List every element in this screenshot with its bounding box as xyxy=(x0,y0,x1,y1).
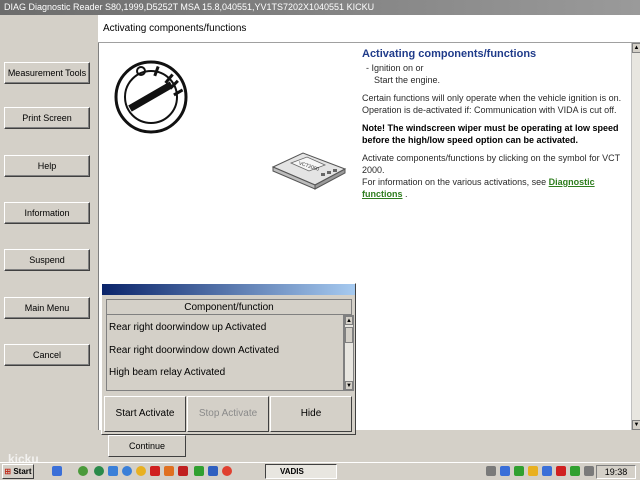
start-button[interactable]: ⊞ Start xyxy=(2,464,34,479)
taskbar-task-vadis[interactable]: VADIS xyxy=(265,464,337,479)
info-text-panel: Activating components/functions - Igniti… xyxy=(362,48,627,206)
watermark-text: kicku xyxy=(8,452,39,466)
list-item[interactable]: Rear right doorwindow down Activated xyxy=(109,345,279,356)
cancel-button[interactable]: Cancel xyxy=(4,344,90,366)
measurement-tools-button[interactable]: Measurement Tools xyxy=(4,62,90,84)
content-scrollbar[interactable]: ▲ ▼ xyxy=(631,43,640,430)
taskbar: ⊞ Start VADIS 19:38 xyxy=(0,462,640,480)
tray-icon-5[interactable] xyxy=(542,466,552,476)
list-item[interactable]: High beam relay Activated xyxy=(109,367,225,378)
taskbar-clock: 19:38 xyxy=(596,465,636,479)
continue-button[interactable]: Continue xyxy=(108,435,186,457)
quicklaunch-icon-5[interactable] xyxy=(122,466,132,476)
quicklaunch-icon-3[interactable] xyxy=(94,466,104,476)
quicklaunch-icon-12[interactable] xyxy=(222,466,232,476)
tray-icon-2[interactable] xyxy=(500,466,510,476)
list-scroll-thumb[interactable] xyxy=(345,327,353,343)
component-list: Rear right doorwindow up Activated Rear … xyxy=(106,315,344,391)
info-para-3: Activate components/functions by clickin… xyxy=(362,153,620,175)
vida-app-window: DIAG Diagnostic Reader S80,1999,D5252T M… xyxy=(0,0,640,480)
list-item[interactable]: Rear right doorwindow up Activated xyxy=(109,322,266,333)
tray-icon-7[interactable] xyxy=(570,466,580,476)
info-bullet-2: Start the engine. xyxy=(374,75,441,85)
info-para-4-prefix: For information on the various activatio… xyxy=(362,177,547,187)
info-para-2: Operation is de-activated if: Communicat… xyxy=(362,105,617,115)
list-scrollbar[interactable]: ▲ ▼ xyxy=(344,315,354,391)
start-activate-button[interactable]: Start Activate xyxy=(104,396,186,432)
hide-button[interactable]: Hide xyxy=(270,396,352,432)
information-button[interactable]: Information xyxy=(4,202,90,224)
help-button[interactable]: Help xyxy=(4,155,90,177)
info-heading: Activating components/functions xyxy=(362,48,537,60)
quicklaunch-icon-2[interactable] xyxy=(78,466,88,476)
info-para-1: Certain functions will only operate when… xyxy=(362,93,622,103)
dialog-title-bar[interactable] xyxy=(102,284,355,295)
quicklaunch-icon-9[interactable] xyxy=(178,466,188,476)
tray-icon-4[interactable] xyxy=(528,466,538,476)
windows-logo-icon: ⊞ xyxy=(4,467,12,476)
info-note: Note! The windscreen wiper must be opera… xyxy=(362,123,619,145)
scroll-down-arrow-icon[interactable]: ▼ xyxy=(632,420,640,430)
start-button-label: Start xyxy=(13,467,32,476)
tray-icon-6[interactable] xyxy=(556,466,566,476)
quicklaunch-icon-8[interactable] xyxy=(164,466,174,476)
info-bullet-1: - Ignition on or xyxy=(366,63,424,73)
print-screen-button[interactable]: Print Screen xyxy=(4,107,90,129)
quicklaunch-icon-11[interactable] xyxy=(208,466,218,476)
quicklaunch-icon-4[interactable] xyxy=(108,466,118,476)
sidebar: Measurement Tools Print Screen Help Info… xyxy=(0,15,98,462)
info-para-4-suffix: . xyxy=(405,189,408,199)
quicklaunch-icon-1[interactable] xyxy=(52,466,62,476)
ignition-key-icon xyxy=(114,60,188,134)
tray-icon-8[interactable] xyxy=(584,466,594,476)
list-scroll-up-icon[interactable]: ▲ xyxy=(345,316,353,325)
page-title: Activating components/functions xyxy=(103,23,247,34)
vct2000-device-icon[interactable]: VCT2000 xyxy=(269,151,349,191)
scroll-up-arrow-icon[interactable]: ▲ xyxy=(632,43,640,53)
window-title: DIAG Diagnostic Reader S80,1999,D5252T M… xyxy=(0,0,640,15)
list-scroll-down-icon[interactable]: ▼ xyxy=(345,381,353,390)
tray-icon-1[interactable] xyxy=(486,466,496,476)
quicklaunch-icon-6[interactable] xyxy=(136,466,146,476)
stop-activate-button[interactable]: Stop Activate xyxy=(187,396,269,432)
component-function-dialog: Component/function Rear right doorwindow… xyxy=(101,283,356,435)
suspend-button[interactable]: Suspend xyxy=(4,249,90,271)
quicklaunch-icon-10[interactable] xyxy=(194,466,204,476)
main-menu-button[interactable]: Main Menu xyxy=(4,297,90,319)
quicklaunch-icon-7[interactable] xyxy=(150,466,160,476)
tray-icon-3[interactable] xyxy=(514,466,524,476)
header-panel: Activating components/functions xyxy=(98,15,640,43)
info-para-4: For information on the various activatio… xyxy=(362,176,627,200)
list-column-header: Component/function xyxy=(106,299,352,315)
